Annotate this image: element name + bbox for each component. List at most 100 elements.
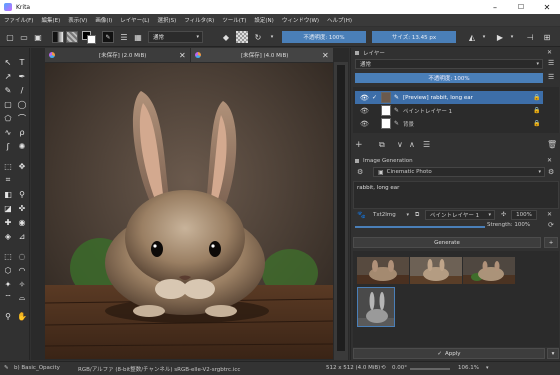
menu-layer[interactable]: レイヤー(L) [120,16,149,24]
fill-tool-icon[interactable]: ◪ [2,202,14,214]
menu-window[interactable]: ウィンドウ(W) [282,16,319,24]
minimize-button[interactable]: – [482,0,508,14]
magnetic-select-icon[interactable]: ⌓ [16,292,28,304]
new-document-icon[interactable]: ▢ [4,31,16,43]
close-icon[interactable]: ✕ [179,51,186,60]
polygon-tool-icon[interactable]: ⬠ [2,112,14,124]
dynamic-brush-icon[interactable]: ʃ [2,140,14,152]
crop-tool-icon[interactable]: ⌗ [2,174,14,186]
fg-bg-color-icon[interactable] [82,31,98,44]
calligraphy-icon[interactable]: ✒ [16,70,28,82]
menu-tools[interactable]: ツール(T) [222,16,246,24]
size-slider[interactable]: サイズ: 13.45 px [372,31,456,43]
rect-select-icon[interactable]: ⬚ [2,250,14,262]
zoom-tool-icon[interactable]: ⚲ [2,310,14,322]
target-layer-select[interactable]: ペイントレイヤー 1 ▾ [425,210,495,220]
apply-options-button[interactable]: ▾ [547,348,559,359]
workspace-mode-icon[interactable]: 🐾 [357,211,366,219]
panel-float-icon[interactable] [355,158,359,163]
chevron-down-icon[interactable]: ▾ [486,365,489,371]
visibility-eye-icon[interactable]: 👁 [360,94,369,102]
lock-icon[interactable]: 🔒 [533,120,540,127]
canvas-image-rabbit[interactable] [45,63,333,359]
visibility-eye-icon[interactable]: 👁 [360,120,369,128]
zoom-value[interactable]: 106.1% [458,365,479,371]
strength-spinbox[interactable]: 100% [511,210,537,220]
wrap-around-icon[interactable]: ⊣ [524,31,536,43]
history-thumbnail-selected[interactable] [357,287,395,327]
settings-icon[interactable]: ⚙ [548,168,554,176]
layer-options-icon[interactable]: ☰ [548,73,554,81]
brush-settings-icon[interactable]: ☰ [118,31,130,43]
menu-select[interactable]: 選択(S) [157,16,176,24]
lock-icon[interactable]: 🔒 [533,107,540,114]
preset-dropdown-icon[interactable]: ▾ [266,31,278,43]
visibility-eye-icon[interactable]: 👁 [360,107,369,115]
ellipse-tool-icon[interactable]: ◯ [16,98,28,110]
close-icon[interactable]: ✕ [547,49,552,56]
move-layer-down-icon[interactable]: ∨ [397,140,403,149]
menu-filter[interactable]: フィルタ(R) [184,16,214,24]
measure-tool-icon[interactable]: ⊿ [16,230,28,242]
layer-row-paint[interactable]: 👁 ✎ ペイントレイヤー 1 🔒 [355,104,543,117]
rectangle-tool-icon[interactable]: ▢ [2,98,14,110]
edit-shapes-icon[interactable]: ↗ [2,70,14,82]
generate-button[interactable]: Generate [353,237,541,248]
close-icon[interactable]: ✕ [547,211,552,218]
panel-float-icon[interactable] [355,50,359,55]
pan-tool-icon[interactable]: ✋ [16,310,28,322]
tab-document-2[interactable]: [未保存] (4.0 MiB) ✕ [191,48,333,62]
open-document-icon[interactable]: ▭ [18,31,30,43]
duplicate-layer-icon[interactable]: ⧉ [379,140,385,150]
reload-preset-icon[interactable]: ↻ [252,31,264,43]
freehand-brush-icon[interactable]: ✎ [2,84,14,96]
multibrush-icon[interactable]: ✺ [16,140,28,152]
lock-icon[interactable]: 🔒 [533,94,540,101]
close-icon[interactable]: ✕ [547,157,552,164]
bezier-tool-icon[interactable]: ∿ [2,126,14,138]
smart-patch-icon[interactable]: ✚ [2,216,14,228]
transform-tool-icon[interactable]: ⬚ [2,160,14,172]
current-brush[interactable]: b) Basic_Opacity [14,365,60,371]
layer-opacity-slider[interactable]: 不透明度: 100% [355,73,543,83]
menu-image[interactable]: 画像(I) [95,16,112,24]
canvas-only-icon[interactable]: ⊞ [541,31,553,43]
refresh-icon[interactable]: ⟳ [548,221,554,229]
generation-mode-select[interactable]: Txt2Img ▾ [369,210,411,220]
queue-add-button[interactable]: + [544,237,558,248]
close-icon[interactable]: ✕ [322,51,329,60]
tab-document-1[interactable]: [未保存] (2.0 MiB) ✕ [45,48,190,62]
close-button[interactable]: ✕ [534,0,560,14]
mirror-dropdown-icon[interactable]: ▾ [478,31,490,43]
move-tool-icon[interactable]: ✥ [16,160,28,172]
eraser-mode-icon[interactable]: ◆ [220,31,232,43]
mirror-vertical-icon[interactable]: ▶ [494,31,506,43]
menu-help[interactable]: ヘルプ(H) [327,16,352,24]
freehand-path-icon[interactable]: ρ [16,126,28,138]
select-shapes-icon[interactable]: ↖ [2,56,14,68]
layer-blend-mode-select[interactable]: 通常 ▾ [355,59,543,69]
history-thumbnail-1[interactable] [357,257,409,284]
bezier-select-icon[interactable]: ⌔ [2,292,14,304]
enclose-fill-icon[interactable]: ✜ [16,202,28,214]
similar-select-icon[interactable]: ✧ [16,278,28,290]
brush-preset-icon[interactable]: ✎ [102,31,114,43]
polyline-tool-icon[interactable]: ⌒ [16,112,28,124]
add-layer-icon[interactable]: + [355,140,363,150]
style-select[interactable]: ▣ Cinematic Photo ▾ [373,167,545,177]
gradient-tool-icon[interactable]: ◧ [2,188,14,200]
layer-row-preview[interactable]: 👁 ✓ ✎ [Preview] rabbit, long ear 🔒 [355,91,543,104]
pattern-preset-icon[interactable] [66,31,78,43]
canvas-scrollbar[interactable] [334,62,348,360]
maximize-button[interactable]: ☐ [508,0,534,14]
line-tool-icon[interactable]: / [16,84,28,96]
polygon-select-icon[interactable]: ⬡ [2,264,14,276]
opacity-slider[interactable]: 不透明度: 100% [282,31,366,43]
freehand-select-icon[interactable]: ◠ [16,264,28,276]
preserve-alpha-icon[interactable] [236,31,248,43]
menu-file[interactable]: ファイル(F) [4,16,33,24]
mirror-horizontal-icon[interactable]: ◭ [466,31,478,43]
rotation-value[interactable]: 0.00° [392,365,407,371]
history-thumbnail-3[interactable] [463,257,515,284]
contiguous-select-icon[interactable]: ✦ [2,278,14,290]
